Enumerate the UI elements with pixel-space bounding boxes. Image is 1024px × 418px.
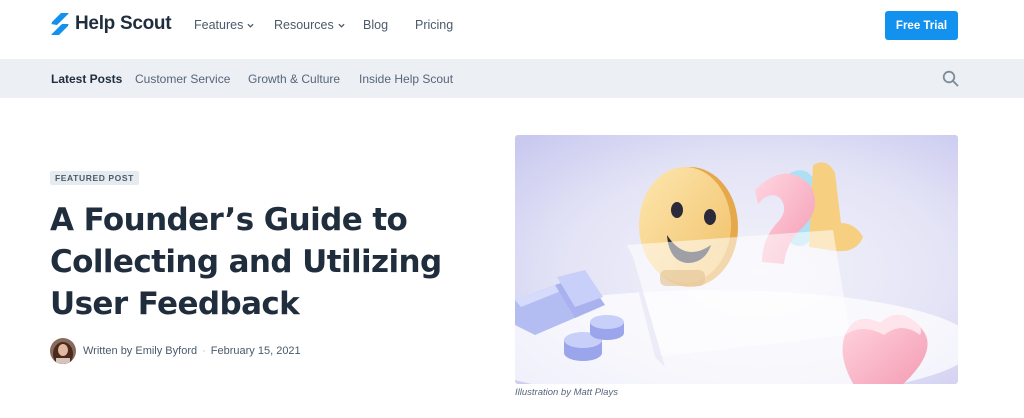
author-byline: Written by Emily Byford <box>83 345 198 357</box>
subnav-customer-service[interactable]: Customer Service <box>135 72 230 86</box>
help-scout-logo[interactable]: Help Scout <box>50 12 172 36</box>
logo-text: Help Scout <box>75 13 172 34</box>
nav-pricing[interactable]: Pricing <box>415 18 453 32</box>
separator-dot: · <box>202 345 206 357</box>
nav-features-label: Features <box>194 18 244 32</box>
chevron-down-icon <box>247 23 254 28</box>
nav-blog[interactable]: Blog <box>363 18 388 32</box>
chevron-down-icon <box>338 23 345 28</box>
nav-resources[interactable]: Resources <box>274 18 345 32</box>
subnav-latest-posts[interactable]: Latest Posts <box>51 72 122 86</box>
featured-post-badge: FEATURED POST <box>50 171 139 185</box>
subnav-growth-culture[interactable]: Growth & Culture <box>248 72 340 86</box>
nav-features[interactable]: Features <box>194 18 254 32</box>
nav-blog-label: Blog <box>363 18 389 32</box>
nav-pricing-label: Pricing <box>415 18 454 32</box>
free-trial-button[interactable]: Free Trial <box>885 11 958 40</box>
featured-post-illustration[interactable] <box>515 135 958 384</box>
help-scout-logo-icon <box>51 13 69 35</box>
post-date: February 15, 2021 <box>210 345 301 357</box>
search-icon[interactable] <box>942 70 959 87</box>
blog-category-nav: Latest Posts Customer Service Growth & C… <box>0 59 1024 98</box>
featured-post-title[interactable]: A Founder’s Guide to Collecting and Util… <box>50 199 470 325</box>
subnav-inside-help-scout[interactable]: Inside Help Scout <box>359 72 453 86</box>
illustration-caption: Illustration by Matt Plays <box>515 387 618 398</box>
post-meta: Written by Emily Byford · February 15, 2… <box>50 338 301 364</box>
nav-resources-label: Resources <box>274 18 334 32</box>
top-navbar: Help Scout Features Resources Blog Prici… <box>0 0 1024 59</box>
author-avatar <box>50 338 76 364</box>
